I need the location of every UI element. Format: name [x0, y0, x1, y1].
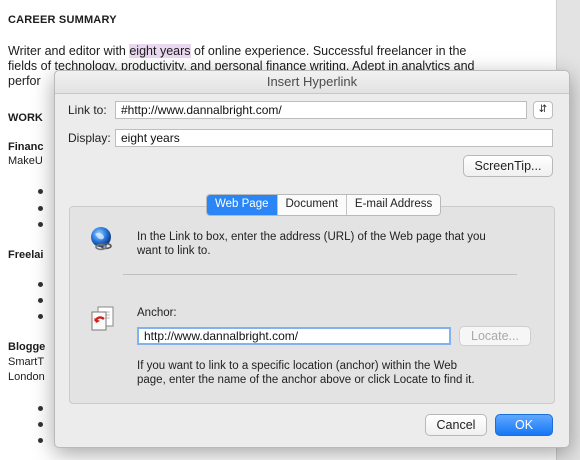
bullet — [38, 314, 43, 319]
anchor-help-text: If you want to link to a specific locati… — [137, 359, 475, 387]
bullet — [38, 406, 43, 411]
cancel-button[interactable]: Cancel — [425, 414, 487, 436]
anchor-label: Anchor: — [137, 307, 177, 319]
web-instructions-line-2: want to link to. — [137, 245, 211, 257]
insert-hyperlink-dialog: Insert Hyperlink Link to: ⇵ Display: Scr… — [54, 70, 570, 448]
link-to-input[interactable] — [115, 101, 527, 119]
job-title-3: Blogge — [8, 341, 46, 353]
job-title-2: Freelai — [8, 249, 44, 261]
bullet — [38, 282, 43, 287]
display-label: Display: — [68, 131, 111, 145]
up-down-chevron-icon: ⇵ — [538, 104, 548, 115]
anchor-document-icon — [89, 304, 117, 332]
anchor-help-line-1: If you want to link to a specific locati… — [137, 360, 458, 372]
link-type-tabs: Web Page Document E-mail Address — [206, 194, 442, 216]
locate-button[interactable]: Locate... — [459, 326, 531, 346]
section-divider — [123, 274, 517, 275]
summary-line-3: perfor — [8, 74, 41, 88]
display-input[interactable] — [115, 129, 553, 147]
globe-link-icon — [89, 226, 115, 252]
web-instructions-line-1: In the Link to box, enter the address (U… — [137, 231, 486, 243]
tab-email-address[interactable]: E-mail Address — [347, 195, 440, 215]
bullet — [38, 298, 43, 303]
dialog-title: Insert Hyperlink — [55, 71, 569, 94]
tab-document[interactable]: Document — [278, 195, 347, 215]
section-heading: CAREER SUMMARY — [8, 14, 117, 26]
web-page-instructions: In the Link to box, enter the address (U… — [137, 230, 486, 258]
location-3: London — [8, 371, 45, 383]
company-1: MakeU — [8, 155, 43, 167]
link-to-label: Link to: — [68, 103, 107, 117]
link-to-stepper[interactable]: ⇵ — [533, 101, 553, 119]
summary-line-1: Writer and editor with eight years of on… — [8, 44, 548, 59]
screentip-button[interactable]: ScreenTip... — [463, 155, 553, 177]
company-3: SmartT — [8, 356, 45, 368]
tab-web-page[interactable]: Web Page — [207, 195, 278, 215]
job-title-1: Financ — [8, 141, 44, 153]
anchor-help-line-2: page, enter the name of the anchor above… — [137, 374, 475, 386]
bullet — [38, 422, 43, 427]
work-heading: WORK — [8, 112, 43, 124]
summary-text-after: of online experience. Successful freelan… — [190, 44, 467, 58]
bullet — [38, 438, 43, 443]
anchor-input[interactable] — [137, 327, 451, 345]
highlighted-text[interactable]: eight years — [129, 44, 191, 58]
bullet — [38, 222, 43, 227]
bullet — [38, 206, 43, 211]
bullet — [38, 189, 43, 194]
summary-text: Writer and editor with — [8, 44, 130, 58]
ok-button[interactable]: OK — [495, 414, 553, 436]
